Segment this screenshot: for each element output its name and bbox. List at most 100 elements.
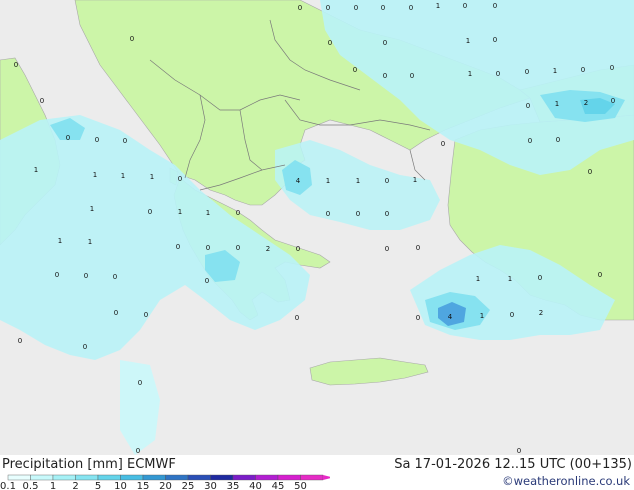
map-value-label: 0 bbox=[383, 72, 387, 80]
map-value-label: 0 bbox=[66, 134, 70, 142]
legend-label: 40 bbox=[249, 481, 262, 490]
legend-label: 2 bbox=[72, 481, 78, 490]
map-value-label: 0 bbox=[206, 244, 210, 252]
map-value-label: 0 bbox=[385, 245, 389, 253]
legend-swatch bbox=[7, 474, 31, 481]
map-value-label: 1 bbox=[326, 177, 330, 185]
map-value-label: 0 bbox=[416, 244, 420, 252]
map-value-label: 0 bbox=[588, 168, 592, 176]
legend-swatch bbox=[120, 474, 144, 481]
map-value-label: 0 bbox=[493, 2, 497, 10]
map-value-label: 0 bbox=[236, 244, 240, 252]
legend-swatch bbox=[210, 474, 234, 481]
map-value-label: 1 bbox=[178, 208, 182, 216]
map-value-label: 0 bbox=[95, 136, 99, 144]
map-value-label: 1 bbox=[476, 275, 480, 283]
map-value-label: 0 bbox=[148, 208, 152, 216]
legend-label: 0.5 bbox=[23, 481, 39, 490]
map-value-label: 0 bbox=[176, 243, 180, 251]
map-value-label: 2 bbox=[539, 309, 543, 317]
map-value-label: 0 bbox=[123, 137, 127, 145]
map-value-label: 0 bbox=[581, 66, 585, 74]
legend-swatch bbox=[165, 474, 189, 481]
map-value-label: 1 bbox=[480, 312, 484, 320]
map-value-label: 0 bbox=[328, 39, 332, 47]
map-value-label: 1 bbox=[34, 166, 38, 174]
map-value-label: 0 bbox=[55, 271, 59, 279]
legend-swatch bbox=[255, 474, 279, 481]
map-value-label: 1 bbox=[150, 173, 154, 181]
legend-label: 25 bbox=[182, 481, 195, 490]
legend-label: 30 bbox=[204, 481, 217, 490]
map-value-label: 0 bbox=[356, 210, 360, 218]
map-value-label: 2 bbox=[266, 245, 270, 253]
map-value-label: 0 bbox=[463, 2, 467, 10]
map-value-label: 1 bbox=[58, 237, 62, 245]
map-value-label: 1 bbox=[555, 100, 559, 108]
forecast-datetime: Sa 17-01-2026 12..15 UTC (00+135) bbox=[394, 457, 632, 472]
map-value-label: 0 bbox=[353, 66, 357, 74]
map-value-label: 1 bbox=[93, 171, 97, 179]
legend-swatch bbox=[52, 474, 76, 481]
map-value-label: 1 bbox=[436, 2, 440, 10]
map-value-label: 0 bbox=[385, 177, 389, 185]
map-value-label: 4 bbox=[448, 313, 453, 321]
map-value-label: 0 bbox=[205, 277, 209, 285]
legend-arrow bbox=[323, 475, 330, 480]
map-value-label: 0 bbox=[493, 36, 497, 44]
map-value-label: 0 bbox=[236, 209, 240, 217]
precipitation-legend: 0.1 0.5 1 2 5 10 15 20 25 30 35 40 45 50 bbox=[0, 474, 330, 490]
map-value-label: 0 bbox=[556, 136, 560, 144]
map-value-label: 0 bbox=[114, 309, 118, 317]
legend-swatch bbox=[75, 474, 99, 481]
map-value-label: 1 bbox=[356, 177, 360, 185]
map-value-label: 0 bbox=[326, 210, 330, 218]
map-value-label: 1 bbox=[88, 238, 92, 246]
map-value-label: 0 bbox=[416, 314, 420, 322]
map-value-label: 1 bbox=[413, 176, 417, 184]
map-value-label: 4 bbox=[296, 177, 301, 185]
map-value-label: 0 bbox=[611, 97, 615, 105]
legend-swatch bbox=[232, 474, 256, 481]
legend-label: 45 bbox=[272, 481, 285, 490]
map-value-label: 0 bbox=[178, 175, 182, 183]
map-value-label: 0 bbox=[526, 102, 530, 110]
map-value-label: 0 bbox=[354, 4, 358, 12]
credit-link[interactable]: ©weatheronline.co.uk bbox=[502, 474, 630, 489]
map-value-label: 0 bbox=[18, 337, 22, 345]
legend-label: 5 bbox=[95, 481, 101, 490]
legend-label: 1 bbox=[50, 481, 56, 490]
map-value-label: 1 bbox=[553, 67, 557, 75]
map-value-label: 0 bbox=[84, 272, 88, 280]
legend-label: 0.1 bbox=[0, 481, 16, 490]
precipitation-map: 0 0 0 0 0 1 0 0 0 0 0 1 0 0 0 0 0 1 0 0 1 0 0 0 0 1 2 0 0 0 0 0 0 0 1 1 1 1 0 4… bbox=[0, 0, 634, 455]
map-value-label: 0 bbox=[385, 210, 389, 218]
legend-swatch bbox=[142, 474, 166, 481]
map-title: Precipitation [mm] ECMWF bbox=[2, 457, 176, 472]
map-value-label: 0 bbox=[510, 311, 514, 319]
map-value-label: 0 bbox=[83, 343, 87, 351]
legend-swatch bbox=[277, 474, 301, 481]
map-value-label: 0 bbox=[528, 137, 532, 145]
map-value-label: 0 bbox=[517, 447, 521, 455]
legend-label: 15 bbox=[137, 481, 150, 490]
map-value-label: 0 bbox=[409, 4, 413, 12]
map-value-label: 0 bbox=[496, 70, 500, 78]
map-value-label: 1 bbox=[90, 205, 94, 213]
map-value-label: 0 bbox=[326, 4, 330, 12]
map-value-label: 0 bbox=[381, 4, 385, 12]
legend-swatch bbox=[300, 474, 324, 481]
legend-swatch bbox=[187, 474, 211, 481]
map-value-label: 0 bbox=[14, 61, 18, 69]
map-value-label: 0 bbox=[144, 311, 148, 319]
map-value-label: 1 bbox=[206, 209, 210, 217]
map-value-label: 0 bbox=[130, 35, 134, 43]
legend-swatch bbox=[97, 474, 121, 481]
map-value-label: 0 bbox=[296, 245, 300, 253]
map-value-label: 0 bbox=[298, 4, 302, 12]
legend-label: 50 bbox=[294, 481, 307, 490]
map-value-label: 0 bbox=[610, 64, 614, 72]
legend-swatch bbox=[30, 474, 54, 481]
legend-label: 10 bbox=[114, 481, 127, 490]
map-value-label: 1 bbox=[466, 37, 470, 45]
